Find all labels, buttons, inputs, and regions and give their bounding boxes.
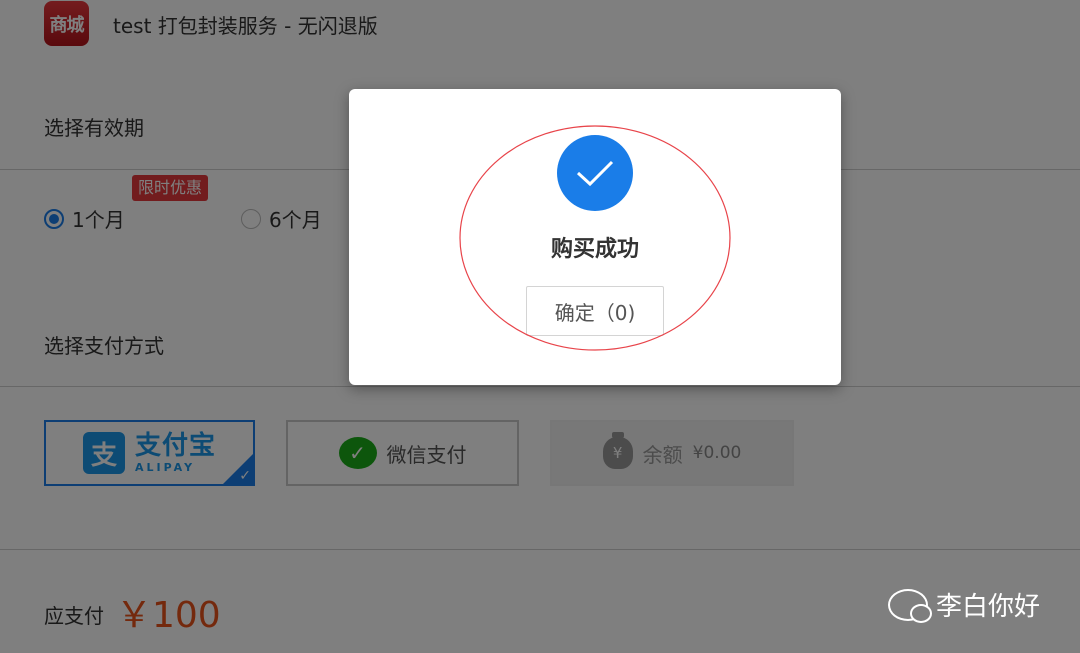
watermark: 李白你好 — [888, 586, 1040, 623]
dialog-title: 购买成功 — [550, 237, 639, 262]
purchase-success-dialog: 购买成功 确定（0) — [349, 89, 841, 385]
watermark-text: 李白你好 — [936, 592, 1041, 622]
wechat-chat-icon — [888, 588, 932, 623]
confirm-button[interactable]: 确定（0) — [526, 286, 664, 336]
success-check-icon — [557, 135, 633, 211]
